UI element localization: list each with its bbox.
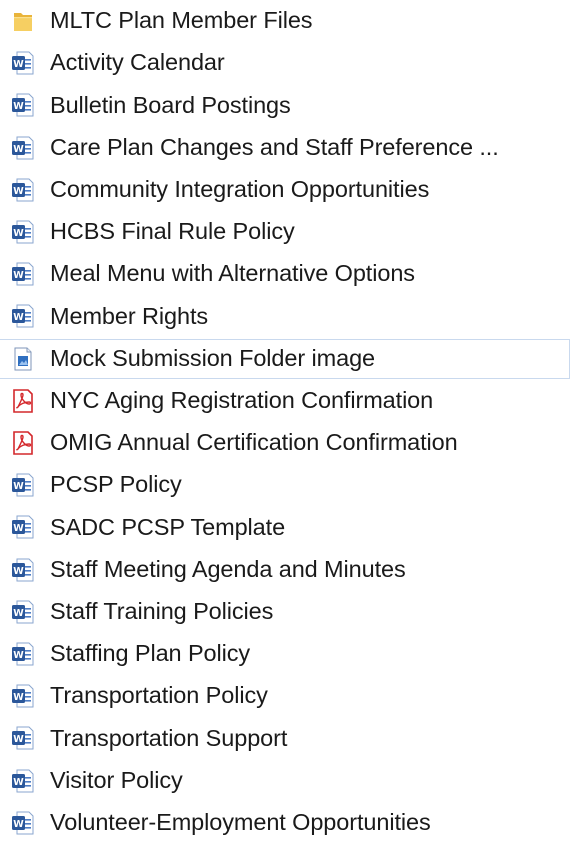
word-document-icon: W <box>11 725 35 751</box>
file-name: Activity Calendar <box>50 49 225 76</box>
word-document-icon: W <box>11 557 35 583</box>
svg-text:W: W <box>13 608 24 619</box>
word-document-icon: W <box>11 810 35 836</box>
word-document-icon: W <box>11 683 35 709</box>
word-document-icon: W <box>11 261 35 287</box>
file-item[interactable]: W Staff Meeting Agenda and Minutes <box>0 550 570 590</box>
file-item[interactable]: W Transportation Support <box>0 718 570 758</box>
file-name: HCBS Final Rule Policy <box>50 218 295 245</box>
file-item[interactable]: W Activity Calendar <box>0 43 570 83</box>
word-document-icon: W <box>11 219 35 245</box>
file-name: Staff Meeting Agenda and Minutes <box>50 555 406 582</box>
svg-text:W: W <box>13 143 24 154</box>
file-item[interactable]: W Staffing Plan Policy <box>0 634 570 674</box>
svg-text:W: W <box>13 734 24 745</box>
svg-text:W: W <box>13 481 24 492</box>
file-item[interactable]: W Visitor Policy <box>0 761 570 801</box>
word-document-icon: W <box>11 303 35 329</box>
word-document-icon: W <box>11 641 35 667</box>
word-document-icon: W <box>11 135 35 161</box>
file-item[interactable]: W Volunteer-Employment Opportunities <box>0 803 570 843</box>
file-item[interactable]: W PCSP Policy <box>0 465 570 505</box>
file-name: OMIG Annual Certification Confirmation <box>50 429 458 456</box>
word-document-icon: W <box>11 599 35 625</box>
file-item[interactable]: OMIG Annual Certification Confirmation <box>0 423 570 463</box>
file-item[interactable]: W Meal Menu with Alternative Options <box>0 254 570 294</box>
word-document-icon: W <box>11 514 35 540</box>
svg-text:W: W <box>13 186 24 197</box>
file-item[interactable]: W Bulletin Board Postings <box>0 85 570 125</box>
file-item[interactable]: W Care Plan Changes and Staff Preference … <box>0 128 570 168</box>
file-item[interactable]: W Member Rights <box>0 296 570 336</box>
file-name: Staff Training Policies <box>50 598 274 625</box>
svg-text:W: W <box>13 59 24 70</box>
svg-text:W: W <box>13 776 24 787</box>
file-item[interactable]: W Staff Training Policies <box>0 592 570 632</box>
file-name: Visitor Policy <box>50 766 183 793</box>
svg-text:W: W <box>13 523 24 534</box>
file-name: Volunteer-Employment Opportunities <box>50 809 431 836</box>
svg-text:W: W <box>13 565 24 576</box>
svg-text:W: W <box>13 692 24 703</box>
file-name: NYC Aging Registration Confirmation <box>50 387 434 414</box>
pdf-file-icon <box>11 430 35 456</box>
word-document-icon: W <box>11 768 35 794</box>
file-name: Bulletin Board Postings <box>50 91 291 118</box>
file-name: PCSP Policy <box>50 471 182 498</box>
file-name: Transportation Policy <box>50 682 268 709</box>
pdf-file-icon <box>11 388 35 414</box>
file-name: Community Integration Opportunities <box>50 176 430 203</box>
file-item[interactable]: W Transportation Policy <box>0 676 570 716</box>
file-name: Care Plan Changes and Staff Preference .… <box>50 133 499 160</box>
file-item[interactable]: MLTC Plan Member Files <box>0 1 570 41</box>
folder-icon <box>11 8 35 34</box>
word-document-icon: W <box>11 177 35 203</box>
file-name: Member Rights <box>50 302 209 329</box>
file-name: Meal Menu with Alternative Options <box>50 260 415 287</box>
svg-text:W: W <box>13 650 24 661</box>
image-file-icon <box>11 346 35 372</box>
word-document-icon: W <box>11 472 35 498</box>
svg-text:W: W <box>13 228 24 239</box>
file-name: Staffing Plan Policy <box>50 640 251 667</box>
word-document-icon: W <box>11 92 35 118</box>
svg-text:W: W <box>13 312 24 323</box>
file-item[interactable]: Mock Submission Folder image <box>0 338 570 379</box>
svg-text:W: W <box>13 819 24 830</box>
file-item[interactable]: W Community Integration Opportunities <box>0 170 570 210</box>
file-item[interactable]: W HCBS Final Rule Policy <box>0 212 570 252</box>
file-name: Transportation Support <box>50 724 288 751</box>
svg-text:W: W <box>13 101 24 112</box>
file-name: SADC PCSP Template <box>50 513 286 540</box>
file-item[interactable]: NYC Aging Registration Confirmation <box>0 381 570 421</box>
file-item[interactable]: W SADC PCSP Template <box>0 507 570 547</box>
file-name: MLTC Plan Member Files <box>50 7 313 34</box>
word-document-icon: W <box>11 50 35 76</box>
file-name: Mock Submission Folder image <box>50 344 376 371</box>
svg-text:W: W <box>13 270 24 281</box>
